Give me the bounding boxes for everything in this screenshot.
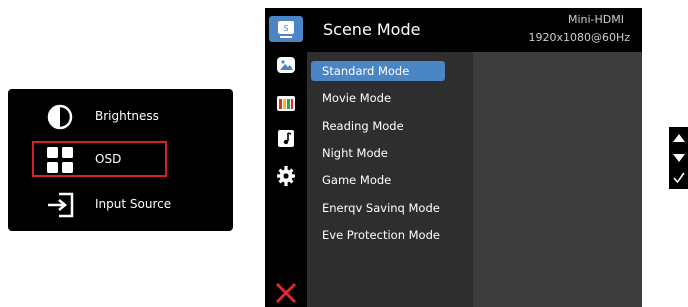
scene-mode-list: Standard Mode Movie Mode Reading Mode Ni… <box>307 52 473 307</box>
sidebar-item-color[interactable] <box>271 91 301 117</box>
quick-item-brightness[interactable]: Brightness <box>8 100 233 134</box>
music-note-icon <box>278 130 294 147</box>
osd-grid-icon <box>47 147 73 173</box>
quick-item-label: Input Source <box>95 197 172 211</box>
sidebar-item-audio[interactable] <box>271 126 301 152</box>
scene-mode-icon: S <box>278 21 294 38</box>
input-source-label: Mini-HDMI <box>567 13 624 26</box>
menu-item-night-mode[interactable]: Night Mode <box>311 143 445 163</box>
menu-item-eye-protection-mode[interactable]: Eve Protection Mode <box>311 225 445 245</box>
menu-item-reading-mode[interactable]: Reading Mode <box>311 116 445 136</box>
color-bars-icon <box>277 96 295 111</box>
picture-icon <box>277 57 295 73</box>
detail-panel <box>473 52 642 307</box>
menu-item-standard-mode[interactable]: Standard Mode <box>311 61 445 81</box>
menu-item-movie-mode[interactable]: Movie Mode <box>311 88 445 108</box>
down-arrow-icon[interactable] <box>672 151 686 165</box>
sidebar-item-picture[interactable] <box>271 53 301 79</box>
menu-item-game-mode[interactable]: Game Mode <box>311 170 445 190</box>
quick-item-label: OSD <box>95 152 122 166</box>
resolution-label: 1920x1080@60Hz <box>528 31 630 44</box>
brightness-icon <box>47 104 73 130</box>
quick-item-label: Brightness <box>95 109 159 123</box>
close-icon[interactable] <box>275 282 297 304</box>
gear-icon <box>277 166 295 186</box>
osd-sidebar: S <box>265 8 307 307</box>
scene-mode-glyph: S <box>283 24 288 33</box>
menu-item-energy-saving-mode[interactable]: Enerqv Savinq Mode <box>311 198 445 218</box>
quick-item-osd[interactable]: OSD <box>8 141 233 177</box>
input-source-icon <box>48 192 74 218</box>
osd-header: Scene Mode Mini-HDMI 1920x1080@60Hz <box>307 8 642 52</box>
quick-menu-panel: Brightness OSD Input Source <box>8 89 233 231</box>
nav-key-hints <box>669 127 688 189</box>
up-arrow-icon[interactable] <box>672 131 686 145</box>
osd-window: S Scene Mode Mini-HDMI 1920x1080@60Hz St… <box>265 8 642 307</box>
sidebar-item-settings[interactable] <box>271 163 301 189</box>
page-title: Scene Mode <box>323 20 421 39</box>
check-icon[interactable] <box>672 171 686 185</box>
sidebar-item-scene-mode[interactable]: S <box>269 16 303 42</box>
quick-item-input-source[interactable]: Input Source <box>8 188 233 222</box>
